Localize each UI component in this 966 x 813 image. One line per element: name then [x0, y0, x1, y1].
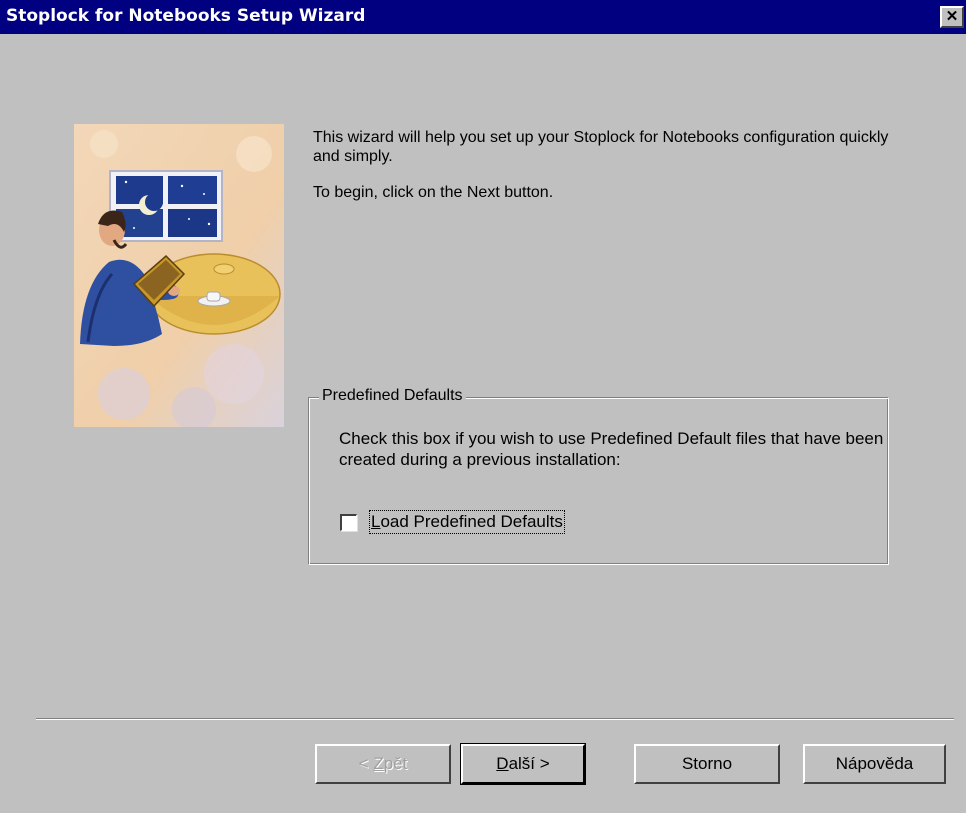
next-button[interactable]: Další > — [460, 743, 586, 785]
load-defaults-option[interactable]: Load Predefined Defaults — [340, 510, 640, 534]
cancel-button[interactable]: Storno — [634, 744, 780, 784]
intro-line-1: This wizard will help you set up your St… — [313, 129, 889, 165]
next-rest: alší > — [508, 754, 550, 773]
separator-line — [36, 718, 954, 720]
setup-wizard-window: Stoplock for Notebooks Setup Wizard ✕ Th… — [0, 0, 966, 813]
intro-text: This wizard will help you set up your St… — [313, 128, 913, 202]
load-defaults-label[interactable]: Load Predefined Defaults — [369, 510, 565, 534]
close-icon: ✕ — [945, 8, 959, 25]
load-defaults-checkbox[interactable] — [340, 514, 357, 531]
back-mnemonic: Z — [373, 754, 384, 773]
next-mnemonic: D — [496, 754, 509, 773]
title-bar[interactable]: Stoplock for Notebooks Setup Wizard ✕ — [0, 0, 966, 34]
wizard-illustration — [74, 124, 284, 427]
predefined-defaults-group: Predefined Defaults Check this box if yo… — [308, 387, 889, 565]
back-button[interactable]: < Zpět — [315, 744, 451, 784]
group-description: Check this box if you wish to use Predef… — [339, 429, 884, 469]
label-rest: oad Predefined Defaults — [380, 512, 563, 531]
window-title: Stoplock for Notebooks Setup Wizard — [6, 6, 366, 26]
close-button[interactable]: ✕ — [940, 6, 964, 28]
help-button[interactable]: Nápověda — [803, 744, 946, 784]
group-legend: Predefined Defaults — [319, 387, 466, 405]
back-prefix: < — [358, 754, 374, 773]
intro-line-2: To begin, click on the Next button. — [313, 184, 554, 201]
back-rest: pět — [383, 754, 408, 773]
